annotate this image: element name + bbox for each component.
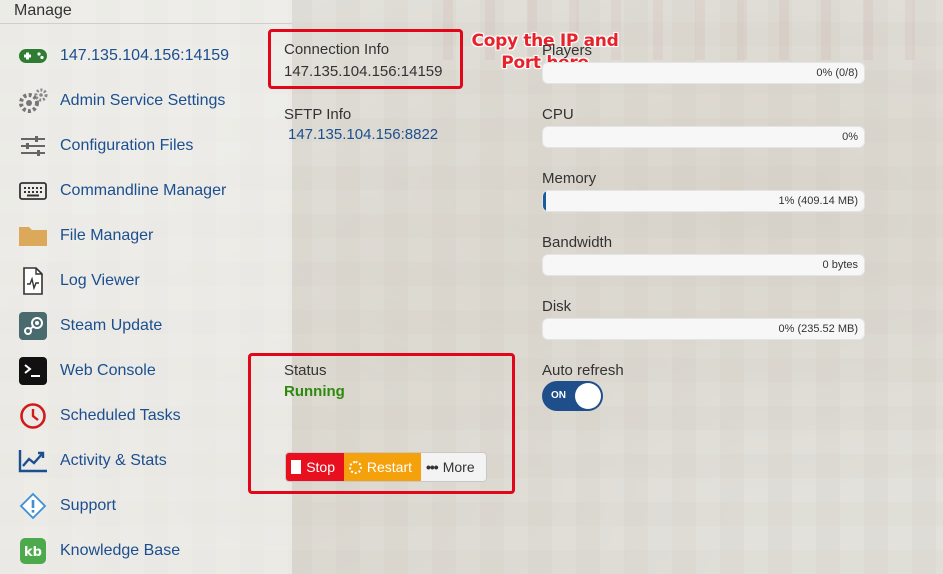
bandwidth-bar-text: 0 bytes [822, 259, 858, 271]
connection-info-highlight [268, 29, 463, 89]
sidebar-item-label: Steam Update [60, 317, 163, 334]
keyboard-icon [17, 176, 48, 207]
sidebar-item-label: Commandline Manager [60, 182, 227, 199]
sidebar-item-label: Admin Service Settings [60, 92, 226, 109]
sidebar-item-activity-stats[interactable]: Activity & Stats [17, 444, 167, 478]
cpu-bar-text: 0% [842, 131, 858, 143]
cpu-label: CPU [542, 106, 574, 123]
log-file-icon [17, 266, 48, 297]
players-bar: 0% (0/8) [542, 62, 865, 84]
kb-icon: kb [17, 536, 48, 567]
sidebar-header: Manage [0, 0, 292, 24]
memory-bar-text: 1% (409.14 MB) [778, 195, 858, 207]
alert-icon [17, 491, 48, 522]
sidebar-item-label: 147.135.104.156:14159 [60, 47, 230, 64]
sidebar-item-scheduled-tasks[interactable]: Scheduled Tasks [17, 399, 181, 433]
sidebar-item-server[interactable]: 147.135.104.156:14159 [17, 39, 229, 73]
more-button[interactable]: ••• More [421, 453, 486, 481]
sidebar-item-label: Knowledge Base [60, 542, 181, 559]
sidebar-item-web-console[interactable]: Web Console [17, 354, 156, 388]
memory-bar-fill [543, 191, 547, 211]
sidebar-item-label: Support [60, 497, 117, 514]
memory-bar: 1% (409.14 MB) [542, 190, 865, 212]
memory-label: Memory [542, 170, 597, 187]
sidebar-item-label: File Manager [60, 227, 154, 244]
sftp-info-label: SFTP Info [284, 106, 352, 123]
stop-button[interactable]: Stop [286, 453, 344, 481]
sftp-info-value[interactable]: 147.135.104.156:8822 [288, 126, 438, 143]
sidebar-item-label: Configuration Files [60, 137, 194, 154]
disk-bar: 0% (235.52 MB) [542, 318, 865, 340]
connection-info-label: Connection Info [284, 41, 390, 58]
bandwidth-bar: 0 bytes [542, 254, 865, 276]
sidebar-item-label: Scheduled Tasks [60, 407, 181, 424]
ellipsis-icon: ••• [426, 459, 439, 475]
restart-button-label: Restart [366, 459, 412, 475]
svg-text:kb: kb [24, 545, 42, 560]
bandwidth-label: Bandwidth [542, 234, 613, 251]
disk-bar-text: 0% (235.52 MB) [778, 323, 858, 335]
steam-icon [17, 311, 48, 342]
sidebar-item-file-manager[interactable]: File Manager [17, 219, 153, 253]
clock-icon [17, 401, 48, 432]
status-value: Running [284, 383, 345, 400]
sidebar-item-admin-service-settings[interactable]: Admin Service Settings [17, 84, 225, 118]
stop-icon [291, 460, 302, 474]
gamepad-icon [17, 41, 48, 72]
sliders-icon [17, 131, 48, 162]
sidebar-item-label: Activity & Stats [60, 452, 167, 469]
server-action-buttons: Stop Restart ••• More [285, 452, 487, 482]
auto-refresh-toggle[interactable]: ON [542, 381, 603, 411]
restart-button[interactable]: Restart [344, 453, 421, 481]
restart-icon [349, 460, 362, 474]
terminal-icon [17, 356, 48, 387]
players-bar-text: 0% (0/8) [816, 67, 858, 79]
toggle-knob [575, 383, 601, 409]
sidebar-item-steam-update[interactable]: Steam Update [17, 309, 162, 343]
players-label: Players [542, 42, 593, 59]
sidebar-item-commandline-manager[interactable]: Commandline Manager [17, 174, 226, 208]
sidebar-item-log-viewer[interactable]: Log Viewer [17, 264, 140, 298]
sidebar-item-label: Log Viewer [60, 272, 140, 289]
folder-icon [17, 221, 48, 252]
auto-refresh-state: ON [551, 390, 566, 401]
more-button-label: More [442, 459, 475, 475]
stop-button-label: Stop [306, 459, 335, 475]
status-label: Status [284, 362, 327, 379]
cpu-bar: 0% [542, 126, 865, 148]
auto-refresh-label: Auto refresh [542, 362, 624, 379]
connection-info-value[interactable]: 147.135.104.156:14159 [284, 63, 443, 80]
sidebar-item-support[interactable]: Support [17, 489, 116, 523]
sidebar-item-configuration-files[interactable]: Configuration Files [17, 129, 193, 163]
disk-label: Disk [542, 298, 572, 315]
sidebar-item-knowledge-base[interactable]: kb Knowledge Base [17, 534, 180, 568]
gears-icon [17, 86, 48, 117]
sidebar-item-label: Web Console [60, 362, 156, 379]
chart-icon [17, 446, 48, 477]
